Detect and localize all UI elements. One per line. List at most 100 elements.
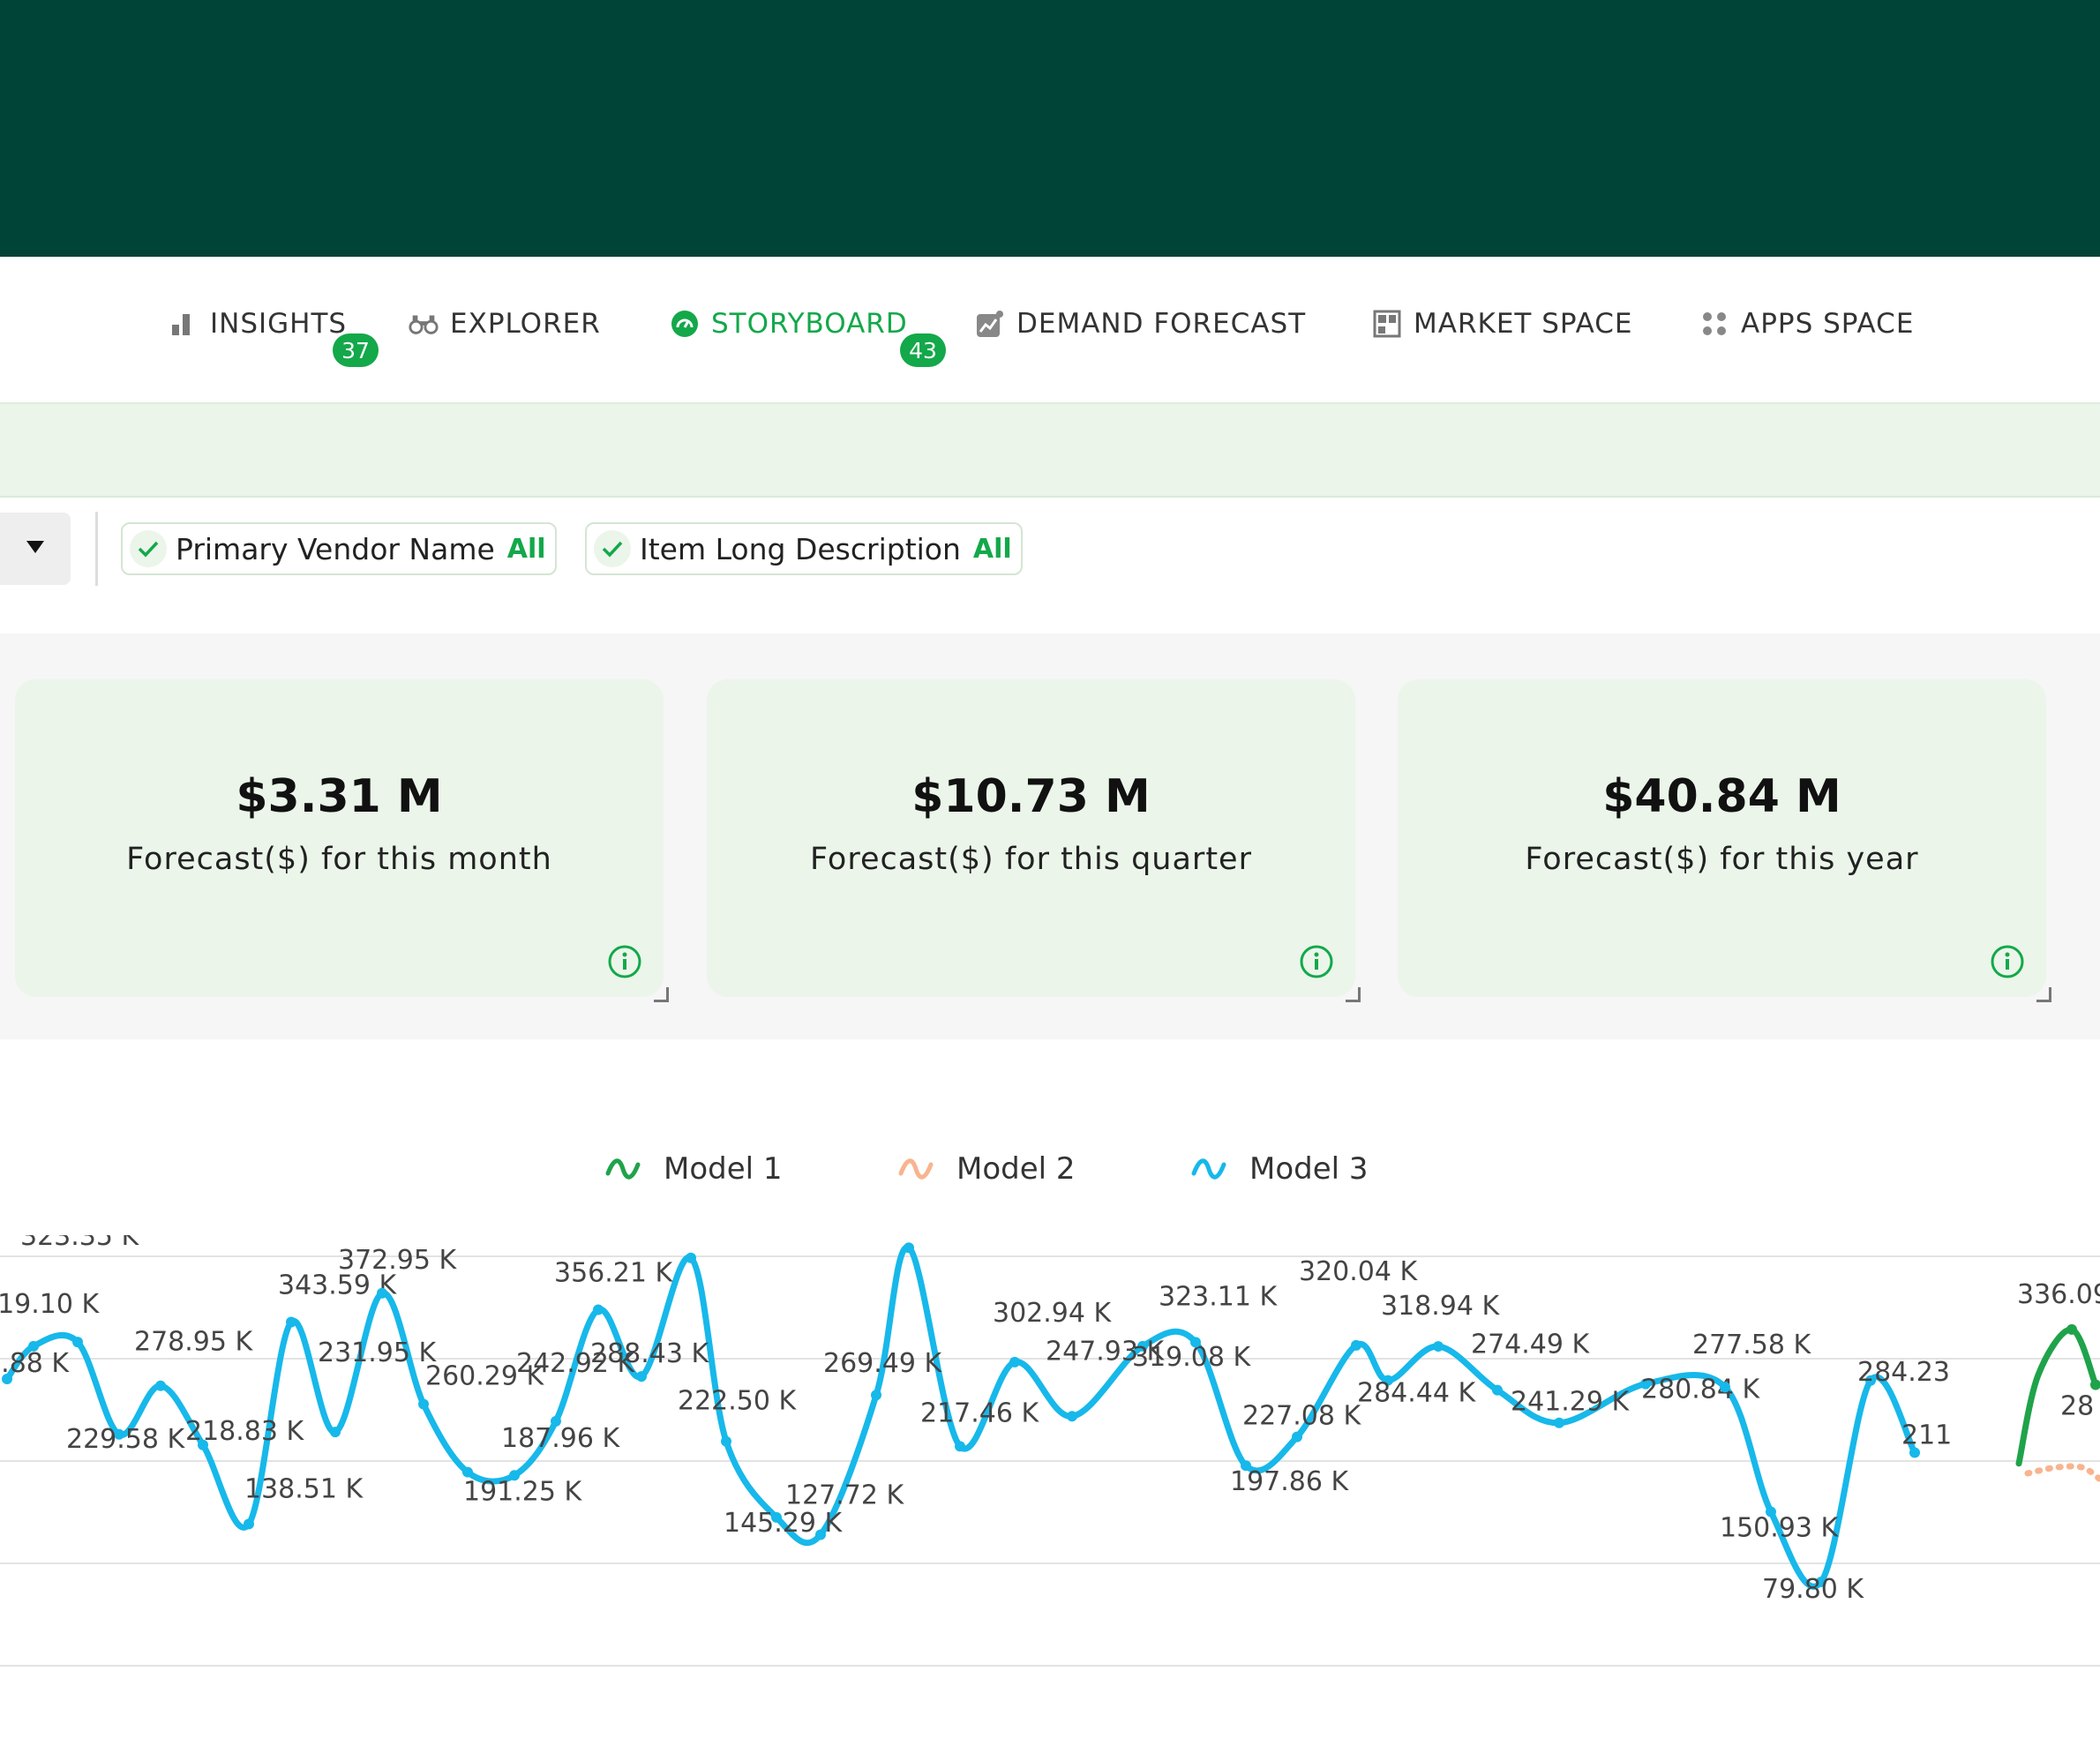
kpi-value: $3.31 M	[236, 770, 443, 823]
data-label: 150.93 K	[1720, 1513, 1840, 1544]
data-label: 218.83 K	[185, 1416, 305, 1447]
data-label: 323.35 K	[20, 1235, 140, 1252]
data-label: 35.88 K	[0, 1348, 70, 1379]
data-point	[330, 1427, 341, 1438]
data-label: 323.11 K	[1159, 1281, 1279, 1312]
data-point	[1720, 1382, 1730, 1393]
resize-handle[interactable]	[1346, 987, 1361, 1002]
data-point	[1554, 1417, 1564, 1428]
data-point	[721, 1435, 731, 1447]
data-label: 288.43 K	[590, 1338, 710, 1369]
kpi-card-month: $3.31 M Forecast($) for this month	[15, 679, 669, 1002]
data-point	[2066, 1323, 2077, 1335]
tab-apps-space-label: APPS SPACE	[1741, 308, 1915, 340]
market-space-icon	[1371, 308, 1403, 340]
info-icon[interactable]	[1299, 944, 1334, 979]
data-point	[72, 1337, 83, 1348]
data-point	[1433, 1341, 1444, 1353]
series-line-model-2	[2024, 1463, 2100, 1483]
data-point	[551, 1415, 561, 1427]
binoculars-icon	[408, 308, 439, 340]
filter-chip-label: Primary Vendor Name	[176, 531, 495, 566]
data-label: 356.21 K	[554, 1257, 674, 1288]
data-label: 319.10 K	[0, 1289, 101, 1320]
data-label: 191.25 K	[463, 1477, 583, 1508]
data-label: 227.08 K	[1242, 1401, 1362, 1432]
data-point	[509, 1470, 520, 1481]
kpi-label: Forecast($) for this year	[1525, 842, 1919, 877]
data-label: 231.95 K	[318, 1338, 438, 1368]
data-point	[871, 1390, 881, 1401]
filter-chip-value: All	[972, 533, 1012, 565]
check-icon	[130, 530, 167, 567]
kpi-value: $10.73 M	[911, 770, 1151, 823]
data-point	[904, 1242, 914, 1254]
legend-label: Model 1	[664, 1151, 783, 1187]
data-point	[636, 1371, 647, 1383]
storyboard-icon	[669, 308, 701, 340]
filter-chip-label: Item Long Description	[640, 531, 961, 566]
data-point	[1492, 1384, 1503, 1396]
tab-market-space[interactable]: MARKET SPACE	[1371, 304, 1632, 343]
data-label: 187.96 K	[501, 1423, 621, 1454]
tab-demand-forecast[interactable]: DEMAND FORECAST	[974, 304, 1306, 343]
data-label: 284.44 K	[1357, 1378, 1477, 1409]
bar-chart-icon	[168, 308, 199, 340]
data-label: 211	[1901, 1420, 1952, 1451]
data-point	[1190, 1337, 1201, 1348]
filter-divider	[95, 512, 98, 586]
legend-line-icon	[605, 1158, 641, 1180]
legend-item-model-2[interactable]: Model 2	[898, 1147, 1076, 1191]
legend-label: Model 2	[956, 1151, 1076, 1187]
subheader-strip	[0, 404, 2100, 498]
data-point	[955, 1441, 965, 1452]
data-label: 372.95 K	[338, 1245, 458, 1276]
kpi-card-quarter: $10.73 M Forecast($) for this quarter	[707, 679, 1361, 1002]
data-label: 280.84 K	[1641, 1375, 1761, 1405]
kpi-value: $40.84 M	[1602, 770, 1841, 823]
apps-grid-icon	[1699, 308, 1730, 340]
legend-item-model-1[interactable]: Model 1	[605, 1147, 783, 1191]
data-point	[686, 1252, 696, 1263]
demand-forecast-icon	[974, 308, 1006, 340]
data-label: 277.58 K	[1692, 1330, 1812, 1360]
tab-apps-space[interactable]: APPS SPACE	[1699, 304, 1914, 343]
legend-label: Model 3	[1249, 1151, 1369, 1187]
data-label: 241.29 K	[1511, 1387, 1631, 1418]
kpi-label: Forecast($) for this month	[126, 842, 552, 877]
forecast-line-chart: 35.88 K 319.10 K 323.35 K 229.58 K 278.95 K 2…	[0, 1235, 2100, 1667]
tab-insights[interactable]: INSIGHTS	[168, 304, 347, 343]
data-label: 278.95 K	[134, 1327, 254, 1358]
data-label: 274.49 K	[1471, 1330, 1591, 1360]
tab-demand-forecast-label: DEMAND FORECAST	[1016, 308, 1307, 340]
info-icon[interactable]	[607, 944, 642, 979]
data-label: 197.86 K	[1230, 1466, 1350, 1497]
tab-explorer-label: EXPLORER	[450, 308, 601, 340]
data-point	[155, 1380, 166, 1391]
data-point	[418, 1398, 429, 1410]
data-label: 138.51 K	[244, 1473, 364, 1504]
data-label: 319.08 K	[1132, 1342, 1252, 1373]
filter-chip-value: All	[506, 533, 546, 565]
data-point	[815, 1529, 826, 1540]
data-label: 79.80 K	[1762, 1574, 1864, 1605]
filter-chip-item-description[interactable]: Item Long Description All	[585, 522, 1023, 575]
data-label: 28	[2060, 1391, 2094, 1422]
data-point	[1009, 1356, 1020, 1368]
tab-explorer[interactable]: EXPLORER	[408, 304, 601, 343]
top-header-bar	[0, 0, 2100, 257]
data-point	[1067, 1411, 1077, 1422]
legend-item-model-3[interactable]: Model 3	[1191, 1147, 1369, 1191]
data-label: 318.94 K	[1381, 1291, 1501, 1322]
data-point	[1351, 1339, 1361, 1351]
info-icon[interactable]	[1990, 944, 2025, 979]
legend-line-icon	[898, 1158, 934, 1180]
insights-count-badge: 37	[333, 333, 379, 367]
tab-market-space-label: MARKET SPACE	[1414, 308, 1633, 340]
resize-handle[interactable]	[654, 987, 669, 1002]
resize-handle[interactable]	[2036, 987, 2051, 1002]
tab-storyboard[interactable]: STORYBOARD	[669, 304, 908, 343]
filter-dropdown-button[interactable]	[0, 513, 71, 585]
data-point	[244, 1518, 254, 1530]
filter-chip-primary-vendor[interactable]: Primary Vendor Name All	[121, 522, 557, 575]
